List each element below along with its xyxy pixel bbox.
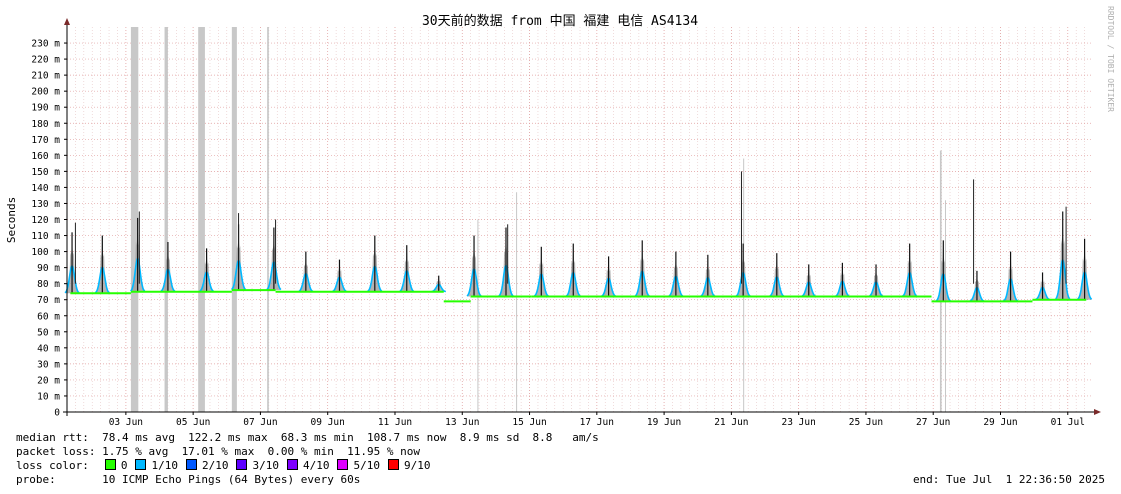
x-axis-arrow — [1094, 409, 1101, 415]
x-tick-label: 11 Jun — [378, 417, 412, 428]
y-tick-label: 40 m — [37, 343, 60, 354]
x-tick-label: 09 Jun — [311, 417, 345, 428]
loss-bar — [164, 27, 168, 412]
loss-bar — [198, 27, 205, 412]
loss-legend-item: 1/10 — [135, 459, 178, 472]
loss-color-swatch — [185, 459, 197, 470]
loss-legend-item: 3/10 — [236, 459, 279, 472]
y-tick-label: 20 m — [37, 375, 60, 386]
loss-legend-label: 9/10 — [403, 459, 431, 472]
chart: 30天前的数据 from 中国 福建 电信 AS4134 RRDTOOL / T… — [5, 6, 1115, 428]
y-tick-label: 30 m — [37, 359, 60, 370]
y-tick-label: 110 m — [31, 231, 60, 242]
packet-loss-stats: packet loss: 1.75 % avg 17.01 % max 0.00… — [16, 445, 420, 458]
loss-legend-item: 5/10 — [337, 459, 380, 472]
median-rtt-stats: median rtt: 78.4 ms avg 122.2 ms max 68.… — [16, 431, 599, 444]
y-tick-label: 90 m — [37, 263, 60, 274]
x-tick-label: 23 Jun — [781, 417, 815, 428]
y-tick-label: 150 m — [31, 167, 60, 178]
y-tick-label: 0 — [54, 408, 60, 419]
loss-legend-item: 4/10 — [286, 459, 330, 472]
x-tick-label: 19 Jun — [647, 417, 681, 428]
y-tick-label: 130 m — [31, 199, 60, 210]
loss-color-swatch — [236, 459, 248, 470]
y-tick-label: 100 m — [31, 247, 60, 258]
loss-color-swatch — [135, 459, 147, 470]
x-tick-label: 13 Jun — [445, 417, 479, 428]
y-tick-label: 200 m — [31, 87, 60, 98]
watermark: RRDTOOL / TOBI OETIKER — [1106, 6, 1115, 112]
loss-bar — [477, 219, 479, 412]
chart-title: 30天前的数据 from 中国 福建 电信 AS4134 — [422, 13, 698, 29]
loss-legend-item: 9/10 — [387, 459, 431, 472]
loss-legend-label: 2/10 — [201, 459, 229, 472]
x-tick-label: 17 Jun — [580, 417, 614, 428]
loss-legend-label: 4/10 — [302, 459, 330, 472]
y-tick-label: 80 m — [37, 279, 60, 290]
loss-color-legend: loss color: 0 1/10 2/10 3/10 4/10 5/10 9/10 — [16, 459, 438, 473]
loss-legend-label: 1/10 — [151, 459, 178, 472]
loss-bar — [516, 192, 518, 412]
x-tick-label: 05 Jun — [176, 417, 210, 428]
loss-legend-item: 2/10 — [185, 459, 229, 472]
loss-legend-label: 5/10 — [353, 459, 380, 472]
x-tick-label: 15 Jun — [512, 417, 546, 428]
probe-info: probe: 10 ICMP Echo Pings (64 Bytes) eve… — [16, 473, 361, 486]
y-tick-label: 190 m — [31, 103, 60, 114]
loss-legend-label: 3/10 — [252, 459, 279, 472]
y-tick-label: 60 m — [37, 311, 60, 322]
x-tick-label: 29 Jun — [983, 417, 1017, 428]
loss-color-label: loss color: — [16, 459, 89, 472]
loss-bar — [231, 27, 237, 412]
y-tick-label: 170 m — [31, 135, 60, 146]
loss-color-swatch — [387, 459, 399, 470]
loss-color-swatch — [286, 459, 298, 470]
grid — [67, 27, 1093, 412]
y-tick-label: 140 m — [31, 183, 60, 194]
loss-color-swatch — [337, 459, 349, 470]
x-tick-label: 21 Jun — [714, 417, 748, 428]
x-tick-label: 25 Jun — [849, 417, 883, 428]
loss-legend-item: 0 — [104, 459, 128, 472]
y-tick-label: 220 m — [31, 55, 60, 66]
y-axis-label: Seconds — [5, 197, 18, 243]
x-tick-label: 03 Jun — [109, 417, 143, 428]
x-tick-label: 07 Jun — [243, 417, 277, 428]
rtt-band — [64, 171, 1093, 302]
loss-bar — [267, 27, 269, 412]
y-tick-label: 210 m — [31, 71, 60, 82]
y-axis-arrow — [64, 18, 70, 25]
loss-bar — [944, 200, 946, 412]
y-tick-label: 230 m — [31, 39, 60, 50]
end-time: end: Tue Jul 1 22:36:50 2025 — [912, 473, 1105, 486]
x-tick-label: 27 Jun — [916, 417, 950, 428]
x-tick-label: 01 Jul — [1051, 417, 1085, 428]
y-tick-label: 180 m — [31, 119, 60, 130]
loss-color-swatch — [104, 459, 116, 470]
y-tick-label: 50 m — [37, 327, 60, 338]
y-tick-label: 10 m — [37, 391, 60, 402]
y-tick-label: 120 m — [31, 215, 60, 226]
loss-legend-label: 0 — [120, 459, 128, 472]
y-tick-label: 70 m — [37, 295, 60, 306]
y-tick-label: 160 m — [31, 151, 60, 162]
